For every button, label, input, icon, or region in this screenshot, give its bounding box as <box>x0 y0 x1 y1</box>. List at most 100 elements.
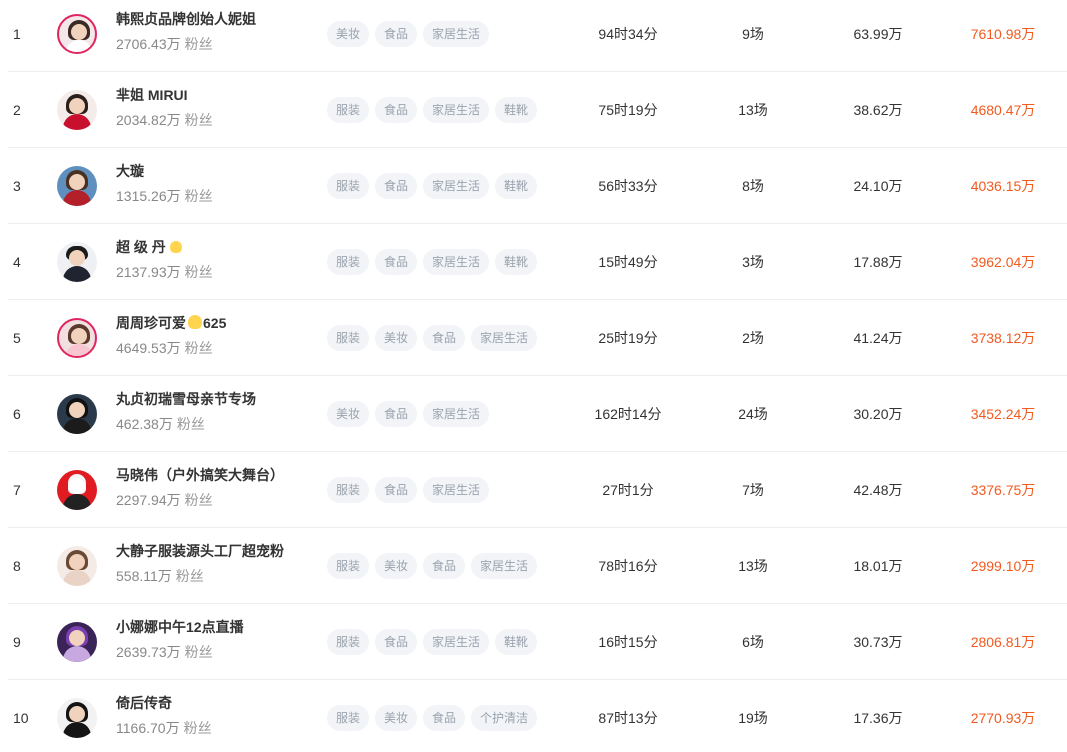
category-tag: 鞋靴 <box>495 97 538 123</box>
live-duration: 78时16分 <box>598 558 658 574</box>
table-row[interactable]: 1 韩熙贞品牌创始人妮姐 2706.43万 粉丝 美妆 食品 家居生活 94时34… <box>8 0 1067 72</box>
gmv-value: 3962.04万 <box>970 254 1036 270</box>
live-duration: 15时49分 <box>598 254 658 270</box>
category-tag: 家居生活 <box>423 249 490 275</box>
category-tags: 服装 食品 家居生活 鞋靴 <box>327 97 538 123</box>
table-row[interactable]: 5 周周珍可爱 625 4649.53万 粉丝 服装 美妆 食品 家居生活 25时1… <box>8 300 1067 376</box>
live-sessions: 6场 <box>742 634 764 650</box>
table-row[interactable]: 6 丸贞初瑞雪母亲节专场 462.38万 粉丝 美妆 食品 家居生活 162时14… <box>8 376 1067 452</box>
table-row[interactable]: 8 大静子服装源头工厂超宠粉 558.11万 粉丝 服装 美妆 食品 家居生活 7… <box>8 528 1067 604</box>
category-tag: 食品 <box>375 401 418 427</box>
category-tag: 个护清洁 <box>471 705 538 731</box>
avatar[interactable] <box>57 90 97 130</box>
hand-emoji-icon <box>169 241 182 253</box>
table-row[interactable]: 9 小娜娜中午12点直播 2639.73万 粉丝 服装 食品 家居生活 鞋靴 16… <box>8 604 1067 680</box>
category-tag: 服装 <box>327 477 370 503</box>
sales-volume: 30.20万 <box>853 406 903 422</box>
sales-volume: 24.10万 <box>853 178 903 194</box>
anchor-name[interactable]: 丸贞初瑞雪母亲节专场 <box>116 389 256 409</box>
category-tag: 家居生活 <box>423 401 490 427</box>
avatar[interactable] <box>57 242 97 282</box>
sales-volume: 41.24万 <box>853 330 903 346</box>
category-tag: 食品 <box>375 21 418 47</box>
table-row[interactable]: 10 倚后传奇 1166.70万 粉丝 服装 美妆 食品 个护清洁 87时13分 … <box>8 680 1067 752</box>
anchor-name[interactable]: 马晓伟（户外搞笑大舞台） <box>116 465 284 485</box>
category-tag: 美妆 <box>327 401 370 427</box>
table-row[interactable]: 3 大璇 1315.26万 粉丝 服装 食品 家居生活 鞋靴 56时33分 8场 … <box>8 148 1067 224</box>
fans-count: 1166.70万 粉丝 <box>116 720 212 736</box>
live-duration: 75时19分 <box>598 102 658 118</box>
table-row[interactable]: 7 马晓伟（户外搞笑大舞台） 2297.94万 粉丝 服装 食品 家居生活 27时… <box>8 452 1067 528</box>
live-sessions: 19场 <box>738 710 768 726</box>
sales-volume: 17.88万 <box>853 254 903 270</box>
live-duration: 27时1分 <box>602 482 654 498</box>
category-tag: 食品 <box>423 705 466 731</box>
rank-number: 1 <box>13 26 21 42</box>
category-tag: 服装 <box>327 325 370 351</box>
fans-count: 1315.26万 粉丝 <box>116 188 213 204</box>
category-tag: 美妆 <box>375 553 418 579</box>
avatar[interactable] <box>57 622 97 662</box>
category-tag: 服装 <box>327 553 370 579</box>
rank-number: 2 <box>13 102 21 118</box>
live-sessions: 9场 <box>742 26 764 42</box>
category-tag: 家居生活 <box>423 477 490 503</box>
table-row[interactable]: 2 芈姐 MIRUI 2034.82万 粉丝 服装 食品 家居生活 鞋靴 75时1… <box>8 72 1067 148</box>
anchor-name[interactable]: 周周珍可爱 625 <box>116 313 226 333</box>
avatar[interactable] <box>57 14 97 54</box>
category-tag: 服装 <box>327 249 370 275</box>
rank-number: 8 <box>13 558 21 574</box>
gmv-value: 3452.24万 <box>970 406 1036 422</box>
anchor-name[interactable]: 超 级 丹 <box>116 237 182 257</box>
avatar[interactable] <box>57 546 97 586</box>
avatar[interactable] <box>57 166 97 206</box>
category-tag: 家居生活 <box>471 553 538 579</box>
avatar[interactable] <box>57 470 97 510</box>
fans-count: 558.11万 粉丝 <box>116 568 204 584</box>
sales-volume: 17.36万 <box>853 710 903 726</box>
table-row[interactable]: 4 超 级 丹 2137.93万 粉丝 服装 食品 家居生活 鞋靴 15时49分 … <box>8 224 1067 300</box>
category-tag: 美妆 <box>375 325 418 351</box>
category-tag: 服装 <box>327 705 370 731</box>
category-tag: 鞋靴 <box>495 629 538 655</box>
category-tag: 食品 <box>375 629 418 655</box>
gmv-value: 7610.98万 <box>970 26 1036 42</box>
anchor-name[interactable]: 大静子服装源头工厂超宠粉 <box>116 541 284 561</box>
rank-number: 9 <box>13 634 21 650</box>
live-sessions: 13场 <box>738 558 768 574</box>
avatar[interactable] <box>57 318 97 358</box>
category-tag: 家居生活 <box>423 629 490 655</box>
category-tags: 服装 食品 家居生活 鞋靴 <box>327 629 538 655</box>
category-tag: 美妆 <box>375 705 418 731</box>
anchor-name[interactable]: 倚后传奇 <box>116 693 172 713</box>
category-tag: 食品 <box>375 477 418 503</box>
category-tag: 食品 <box>375 97 418 123</box>
fans-count: 2706.43万 粉丝 <box>116 36 213 52</box>
gmv-value: 3376.75万 <box>970 482 1036 498</box>
avatar[interactable] <box>57 394 97 434</box>
category-tags: 美妆 食品 家居生活 <box>327 401 490 427</box>
anchor-name[interactable]: 大璇 <box>116 161 144 181</box>
avatar[interactable] <box>57 698 97 738</box>
category-tag: 家居生活 <box>471 325 538 351</box>
category-tag: 服装 <box>327 97 370 123</box>
category-tags: 美妆 食品 家居生活 <box>327 21 490 47</box>
live-duration: 25时19分 <box>598 330 658 346</box>
gmv-value: 3738.12万 <box>970 330 1036 346</box>
anchor-name[interactable]: 芈姐 MIRUI <box>116 85 188 105</box>
fans-count: 2034.82万 粉丝 <box>116 112 213 128</box>
gmv-value: 4680.47万 <box>970 102 1036 118</box>
category-tags: 服装 美妆 食品 个护清洁 <box>327 705 538 731</box>
sales-volume: 63.99万 <box>853 26 903 42</box>
rank-number: 5 <box>13 330 21 346</box>
sales-volume: 42.48万 <box>853 482 903 498</box>
category-tag: 鞋靴 <box>495 249 538 275</box>
anchor-name[interactable]: 小娜娜中午12点直播 <box>116 617 244 637</box>
anchor-name[interactable]: 韩熙贞品牌创始人妮姐 <box>116 9 256 29</box>
gmv-value: 4036.15万 <box>970 178 1036 194</box>
category-tag: 服装 <box>327 173 370 199</box>
live-duration: 56时33分 <box>598 178 658 194</box>
live-duration: 162时14分 <box>594 406 662 422</box>
fans-count: 462.38万 粉丝 <box>116 416 205 432</box>
gmv-value: 2770.93万 <box>970 710 1036 726</box>
